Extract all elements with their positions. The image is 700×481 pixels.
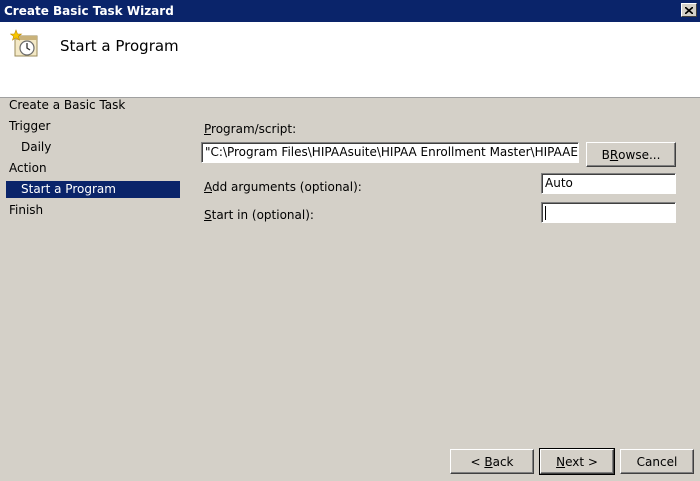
nav-item-create-basic-task: Create a Basic Task	[9, 98, 126, 112]
browse-button[interactable]: B Rowse...	[586, 142, 676, 167]
start-in-label: Start in (optional):	[204, 208, 314, 222]
nav-item-daily: Daily	[21, 140, 52, 154]
task-clock-icon	[10, 29, 38, 57]
back-button[interactable]: < Back	[450, 449, 534, 474]
nav-item-action: Action	[9, 161, 47, 175]
program-script-input[interactable]: "C:\Program Files\HIPAAsuite\HIPAA Enrol…	[201, 142, 579, 163]
start-in-input[interactable]	[541, 202, 676, 223]
add-arguments-input[interactable]: Auto	[541, 173, 676, 194]
text-caret	[545, 205, 546, 220]
nav-item-finish: Finish	[9, 203, 44, 217]
program-script-label: Program/script:	[204, 122, 297, 136]
close-button[interactable]	[681, 3, 697, 17]
wizard-header: Start a Program	[0, 22, 700, 98]
cancel-button[interactable]: Cancel	[620, 449, 694, 474]
nav-item-trigger: Trigger	[9, 119, 51, 133]
title-bar: Create Basic Task Wizard	[0, 0, 700, 22]
next-button[interactable]: Next >	[539, 448, 615, 475]
nav-item-start-a-program: Start a Program	[6, 181, 180, 198]
add-arguments-label: Add arguments (optional):	[204, 180, 362, 194]
window-title: Create Basic Task Wizard	[4, 4, 174, 18]
page-heading: Start a Program	[60, 37, 179, 55]
wizard-nav: Create a Basic Task Trigger Daily Action…	[0, 97, 190, 481]
close-icon	[685, 6, 693, 14]
